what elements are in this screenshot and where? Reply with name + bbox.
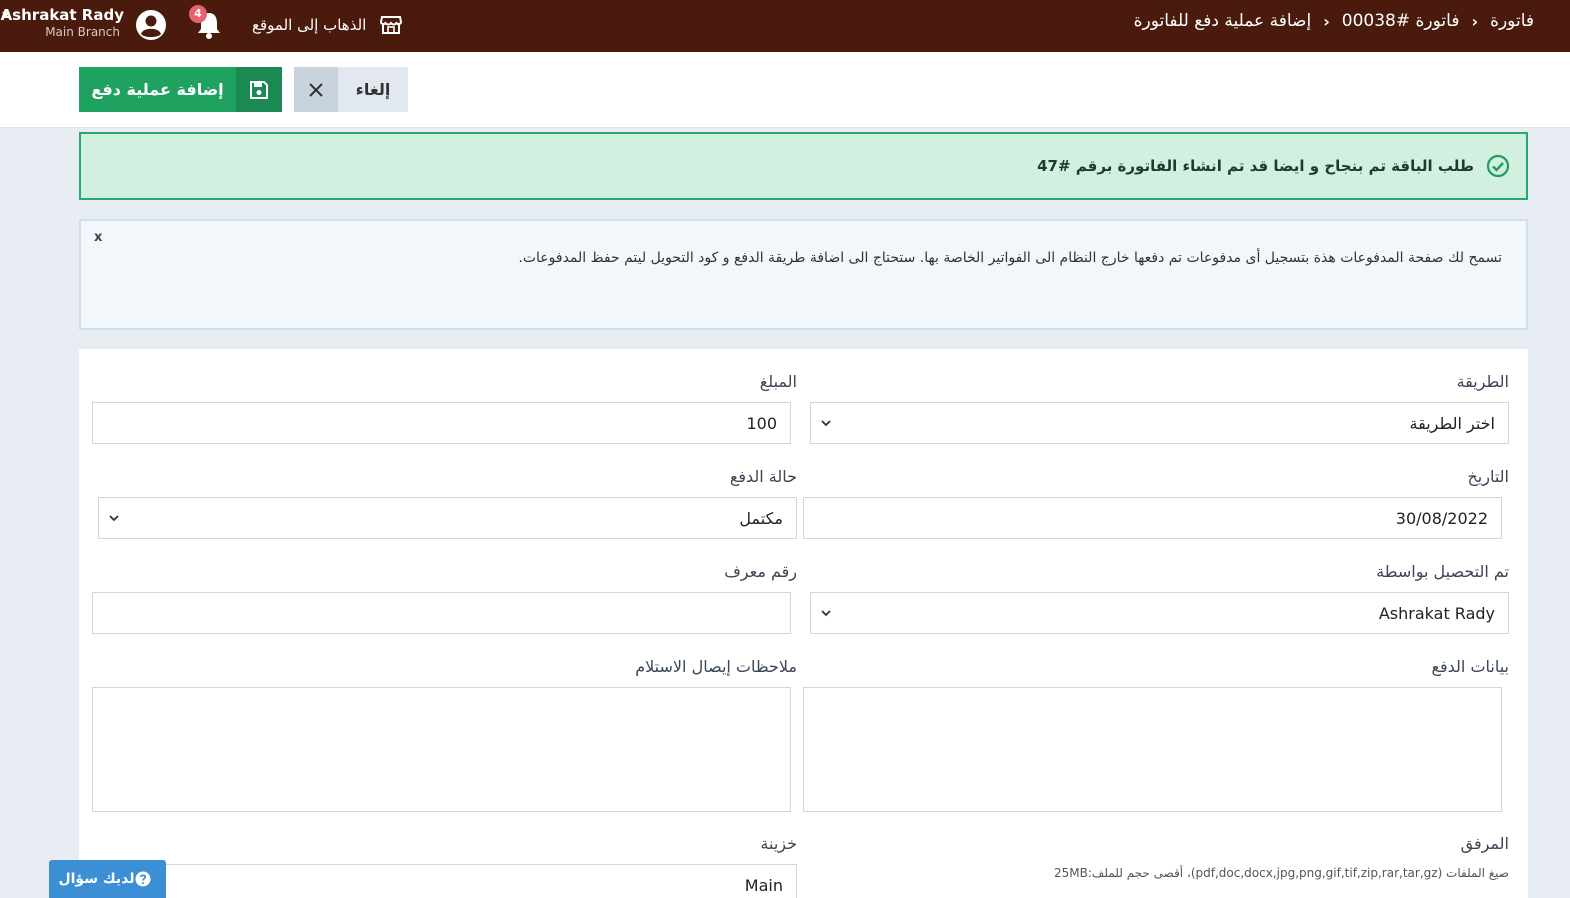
user-name: Ashrakat Rady: [0, 6, 124, 24]
amount-value: 100: [746, 413, 777, 433]
cancel-button[interactable]: إلغاء: [294, 67, 408, 112]
attachment-label: المرفق: [1460, 834, 1509, 853]
payment-form: الطريقة اختر الطريقة المبلغ 100 التاريخ …: [79, 349, 1528, 898]
go-to-site-link[interactable]: الذهاب إلى الموقع: [252, 13, 403, 37]
info-message: تسمح لك صفحة المدفوعات هذة بتسجيل أى مدف…: [518, 250, 1502, 266]
payment-status-value: مكتمل: [739, 508, 783, 528]
chevron-down-icon: [821, 610, 831, 617]
success-alert: طلب الباقة تم بنجاح و ايضا قد تم انشاء ا…: [79, 132, 1528, 200]
breadcrumb-invoice-number[interactable]: فاتورة #00038: [1342, 11, 1460, 31]
action-bar: إضافة عملية دفع إلغاء: [0, 52, 1570, 128]
add-payment-label: إضافة عملية دفع: [91, 80, 224, 99]
go-to-site-label: الذهاب إلى الموقع: [252, 16, 367, 34]
receipt-notes-textarea[interactable]: [92, 687, 791, 812]
user-menu[interactable]: Ashrakat Rady Main Branch: [0, 6, 124, 40]
top-navbar: Ashrakat Rady Main Branch 4 الذهاب إلى ا…: [0, 0, 1570, 52]
question-circle-icon: [135, 871, 150, 887]
store-icon: [380, 16, 403, 34]
attachment-hint: صيغ الملفات (pdf,doc,docx,jpg,png,gif,ti…: [1054, 866, 1509, 880]
method-label: الطريقة: [1456, 372, 1509, 391]
amount-input[interactable]: 100: [92, 402, 791, 444]
chevron-left-icon: ‹: [1471, 11, 1479, 31]
close-icon: [309, 82, 323, 97]
chevron-down-icon: [821, 420, 831, 427]
help-button[interactable]: لديك سؤال: [49, 860, 166, 898]
reference-id-input[interactable]: [92, 592, 791, 634]
date-value: 30/08/2022: [1395, 508, 1488, 528]
reference-id-label: رقم معرف: [724, 562, 797, 581]
save-icon-box: [236, 67, 282, 112]
breadcrumb: فاتورة ‹ فاتورة #00038 ‹ إضافة عملية دفع…: [1134, 11, 1534, 31]
success-message: طلب الباقة تم بنجاح و ايضا قد تم انشاء ا…: [1037, 157, 1474, 175]
payment-details-textarea[interactable]: [803, 687, 1502, 812]
cancel-icon-box: [294, 67, 338, 112]
payment-status-select[interactable]: مكتمل: [98, 497, 797, 539]
treasury-value: Main: [744, 875, 783, 895]
receipt-notes-label: ملاحظات إيصال الاستلام: [635, 657, 797, 676]
date-label: التاريخ: [1467, 467, 1509, 486]
treasury-label: خزينة: [760, 834, 797, 853]
collected-by-value: Ashrakat Rady: [1378, 603, 1495, 623]
method-select-value: اختر الطريقة: [1409, 413, 1495, 433]
floppy-disk-icon: [250, 80, 268, 99]
breadcrumb-invoices[interactable]: فاتورة: [1490, 11, 1534, 31]
method-select[interactable]: اختر الطريقة: [810, 402, 1509, 444]
payment-status-label: حالة الدفع: [729, 467, 797, 486]
add-payment-button[interactable]: إضافة عملية دفع: [79, 67, 282, 112]
cancel-label: إلغاء: [355, 80, 391, 99]
info-alert: x تسمح لك صفحة المدفوعات هذة بتسجيل أى م…: [79, 219, 1528, 330]
notification-count-badge: 4: [189, 5, 207, 23]
help-label: لديك سؤال: [58, 871, 135, 887]
payment-details-label: بيانات الدفع: [1431, 657, 1509, 676]
chevron-down-icon: [109, 515, 119, 522]
chevron-left-icon: ‹: [1323, 11, 1330, 31]
branch-name: Main Branch: [45, 25, 120, 39]
date-input[interactable]: 30/08/2022: [803, 497, 1502, 539]
amount-label: المبلغ: [759, 372, 797, 391]
dismiss-info-button[interactable]: x: [94, 230, 102, 245]
collected-by-label: تم التحصيل بواسطة: [1376, 562, 1509, 581]
collected-by-select[interactable]: Ashrakat Rady: [810, 592, 1509, 634]
user-avatar-icon[interactable]: [134, 8, 168, 42]
treasury-select[interactable]: Main: [98, 864, 797, 898]
breadcrumb-current-page: إضافة عملية دفع للفاتورة: [1133, 11, 1312, 31]
check-circle-icon: [1486, 154, 1510, 178]
